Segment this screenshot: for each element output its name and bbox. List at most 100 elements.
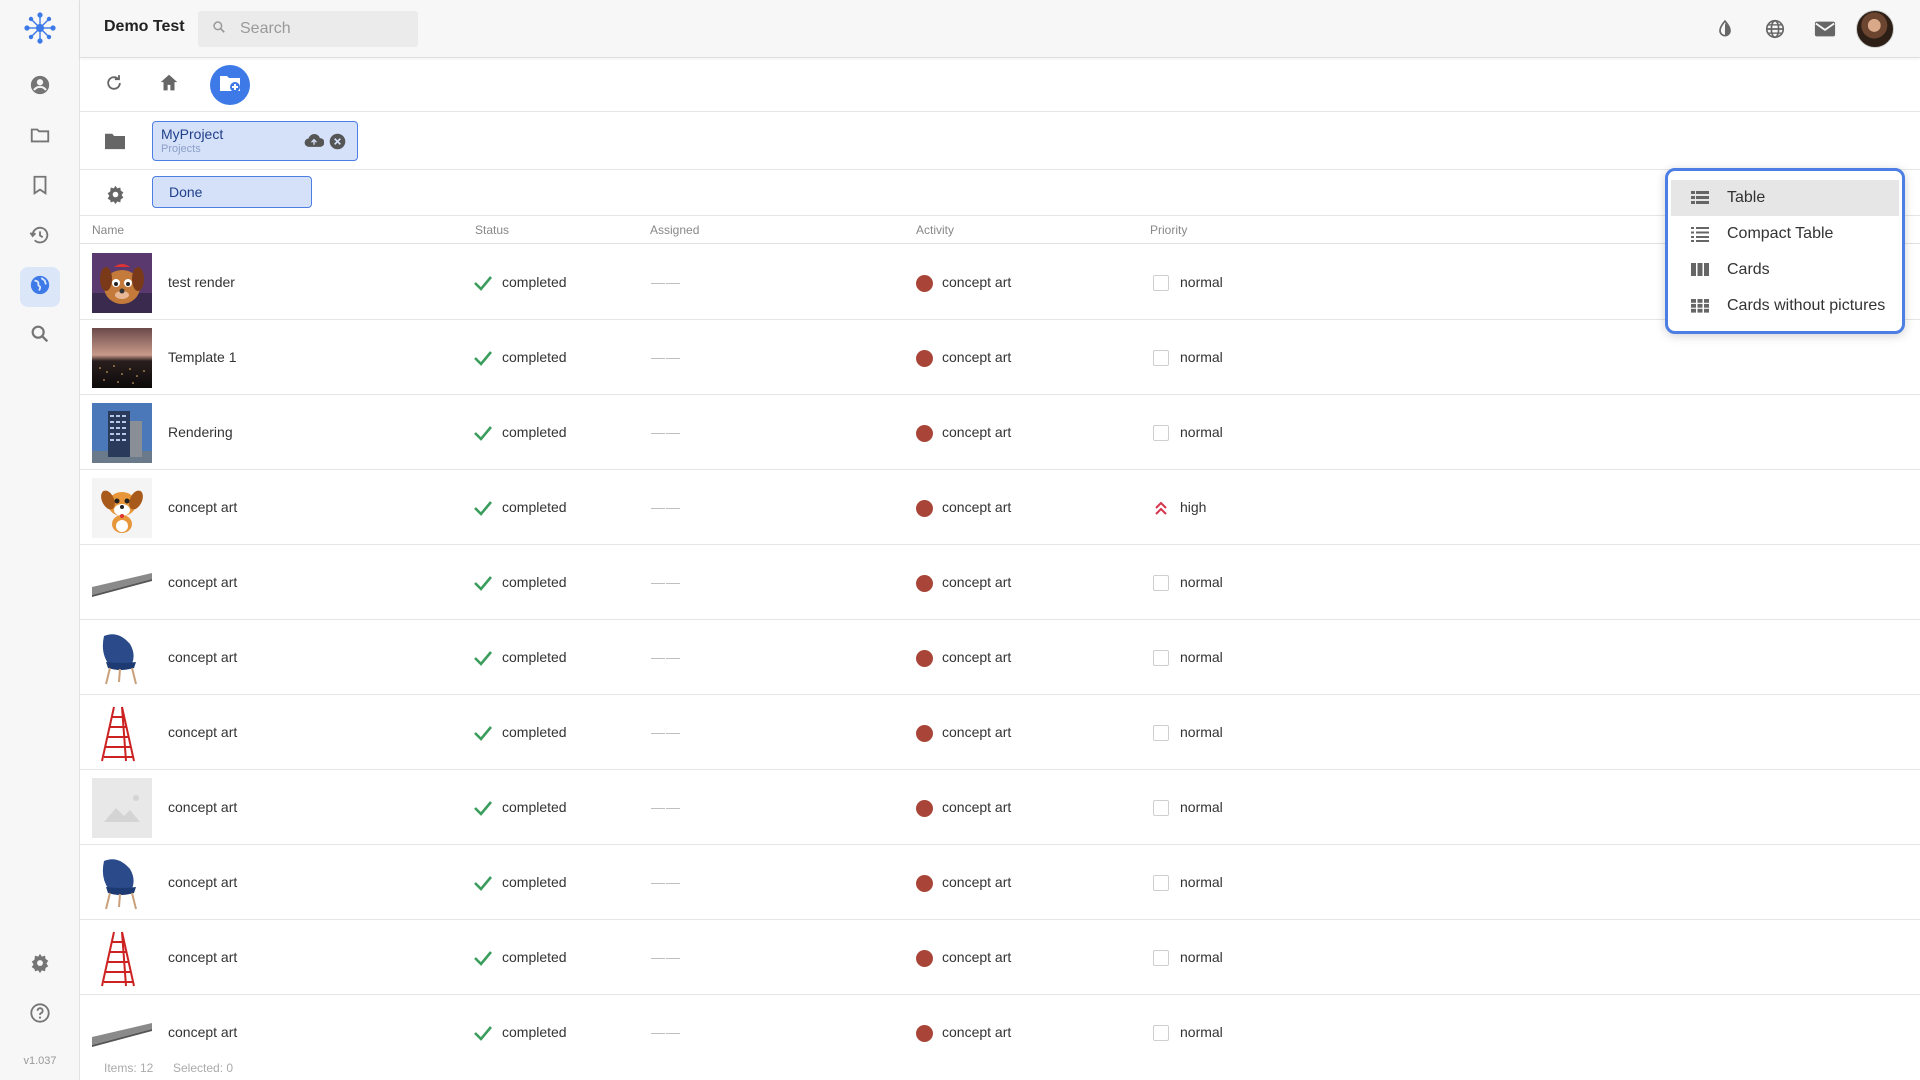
table-row[interactable]: concept art completed —— concept art high xyxy=(80,470,1920,545)
rail-search-button[interactable] xyxy=(20,316,60,356)
row-name[interactable]: concept art xyxy=(168,874,237,890)
column-header-assigned[interactable]: Assigned xyxy=(650,223,699,237)
bookmark-icon xyxy=(29,174,51,201)
thumbnail-image[interactable] xyxy=(92,553,152,613)
row-assigned[interactable]: —— xyxy=(651,424,681,440)
thumbnail-image[interactable] xyxy=(92,778,152,838)
refresh-button[interactable] xyxy=(97,68,131,102)
project-chip-subtitle: Projects xyxy=(161,143,201,155)
check-icon xyxy=(473,949,493,967)
selected-count: Selected: 0 xyxy=(173,1061,234,1075)
row-activity: concept art xyxy=(942,499,1012,515)
column-header-activity[interactable]: Activity xyxy=(916,223,954,237)
row-name[interactable]: concept art xyxy=(168,1024,237,1040)
thumbnail-image[interactable] xyxy=(92,1003,152,1063)
settings-icon xyxy=(29,952,51,979)
row-assigned[interactable]: —— xyxy=(651,799,681,815)
thumbnail-image[interactable] xyxy=(92,478,152,538)
row-activity: concept art xyxy=(942,274,1012,290)
row-assigned[interactable]: —— xyxy=(651,274,681,290)
rail-history-button[interactable] xyxy=(20,217,60,257)
contrast-icon[interactable] xyxy=(1710,14,1740,44)
rail-bookmark-button[interactable] xyxy=(20,167,60,207)
priority-checkbox-icon xyxy=(1153,1025,1169,1041)
row-status: completed xyxy=(502,499,567,515)
row-name[interactable]: concept art xyxy=(168,649,237,665)
help-icon xyxy=(29,1002,51,1029)
check-icon xyxy=(473,424,493,442)
status-footer: Items: 12 Selected: 0 xyxy=(80,1056,1920,1080)
row-assigned[interactable]: —— xyxy=(651,499,681,515)
rail-globe-button[interactable] xyxy=(20,267,60,307)
thumbnail-image[interactable] xyxy=(92,853,152,913)
menu-item-table[interactable]: Table xyxy=(1671,180,1899,216)
refresh-icon xyxy=(104,73,124,98)
table-row[interactable]: concept art completed —— concept art normal xyxy=(80,545,1920,620)
row-name[interactable]: concept art xyxy=(168,724,237,740)
row-activity: concept art xyxy=(942,424,1012,440)
column-header-status[interactable]: Status xyxy=(475,223,509,237)
toolbar xyxy=(80,58,1920,112)
mail-icon[interactable] xyxy=(1810,14,1840,44)
rail-folder-button[interactable] xyxy=(20,117,60,157)
row-activity: concept art xyxy=(942,724,1012,740)
table-row[interactable]: concept art completed —— concept art normal xyxy=(80,920,1920,995)
remove-chip-icon[interactable] xyxy=(329,133,346,155)
activity-color-dot xyxy=(916,950,933,967)
row-name[interactable]: concept art xyxy=(168,799,237,815)
row-name[interactable]: concept art xyxy=(168,574,237,590)
menu-item-label: Compact Table xyxy=(1727,225,1834,242)
status-chip-done[interactable]: Done xyxy=(152,176,312,208)
menu-item-cards[interactable]: Cards xyxy=(1671,252,1899,288)
row-name[interactable]: test render xyxy=(168,274,235,290)
row-name[interactable]: concept art xyxy=(168,949,237,965)
thumbnail-image[interactable] xyxy=(92,328,152,388)
table-row[interactable]: concept art completed —— concept art normal xyxy=(80,695,1920,770)
row-name[interactable]: concept art xyxy=(168,499,237,515)
new-folder-button[interactable] xyxy=(210,65,250,105)
row-activity: concept art xyxy=(942,874,1012,890)
cloud-sync-icon[interactable] xyxy=(304,133,325,154)
menu-item-cards-without-pictures[interactable]: Cards without pictures xyxy=(1671,288,1899,324)
table-row[interactable]: concept art completed —— concept art normal xyxy=(80,620,1920,695)
thumbnail-image[interactable] xyxy=(92,928,152,988)
row-assigned[interactable]: —— xyxy=(651,574,681,590)
home-button[interactable] xyxy=(152,68,186,102)
row-assigned[interactable]: —— xyxy=(651,949,681,965)
app-logo-icon[interactable] xyxy=(20,8,60,48)
table-row[interactable]: test render completed —— concept art normal xyxy=(80,245,1920,320)
status-chip-label: Done xyxy=(169,184,203,200)
table-row[interactable]: concept art completed —— concept art normal xyxy=(80,845,1920,920)
column-header-priority[interactable]: Priority xyxy=(1150,223,1187,237)
check-icon xyxy=(473,274,493,292)
row-name[interactable]: Template 1 xyxy=(168,349,236,365)
app-version: v1.037 xyxy=(23,1055,57,1067)
rail-settings-button[interactable] xyxy=(20,945,60,985)
table-row[interactable]: concept art completed —— concept art normal xyxy=(80,770,1920,845)
rail-help-button[interactable] xyxy=(20,995,60,1035)
rail-profile-button[interactable] xyxy=(20,67,60,107)
table-row[interactable]: Template 1 completed —— concept art normal xyxy=(80,320,1920,395)
table-row[interactable]: Rendering completed —— concept art normal xyxy=(80,395,1920,470)
search-input[interactable] xyxy=(240,20,400,38)
thumbnail-image[interactable] xyxy=(92,703,152,763)
project-filter-row: MyProject Projects xyxy=(80,112,1920,170)
thumbnail-image[interactable] xyxy=(92,253,152,313)
search-box[interactable] xyxy=(198,11,418,47)
user-avatar[interactable] xyxy=(1856,10,1894,48)
row-assigned[interactable]: —— xyxy=(651,724,681,740)
row-name[interactable]: Rendering xyxy=(168,424,233,440)
menu-item-compact-table[interactable]: Compact Table xyxy=(1671,216,1899,252)
row-activity: concept art xyxy=(942,949,1012,965)
check-icon xyxy=(473,724,493,742)
row-assigned[interactable]: —— xyxy=(651,1024,681,1040)
language-globe-icon[interactable] xyxy=(1760,14,1790,44)
row-assigned[interactable]: —— xyxy=(651,349,681,365)
thumbnail-image[interactable] xyxy=(92,403,152,463)
items-count: Items: 12 xyxy=(104,1061,154,1075)
column-header-name[interactable]: Name xyxy=(92,223,124,237)
row-assigned[interactable]: —— xyxy=(651,874,681,890)
thumbnail-image[interactable] xyxy=(92,628,152,688)
row-assigned[interactable]: —— xyxy=(651,649,681,665)
project-chip[interactable]: MyProject Projects xyxy=(152,121,358,161)
